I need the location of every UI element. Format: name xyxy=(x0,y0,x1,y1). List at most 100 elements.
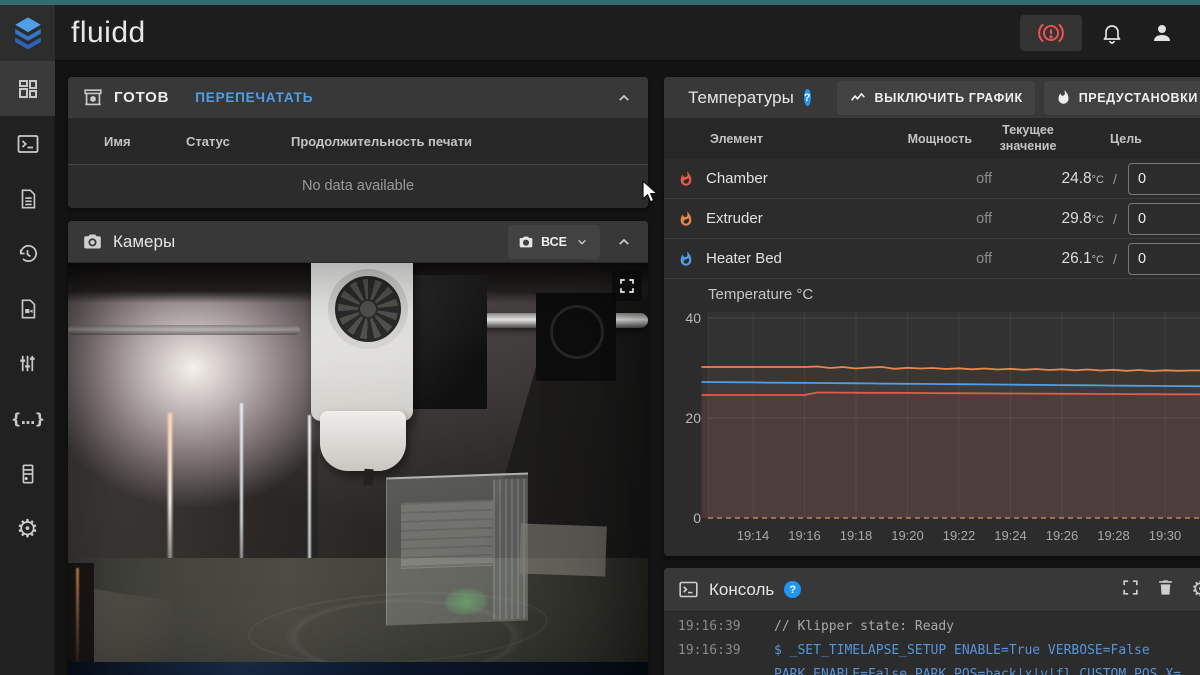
emergency-stop-button[interactable] xyxy=(1020,15,1082,51)
flame-icon xyxy=(1056,90,1071,105)
temps-rows: Chamberoff24.8°C/0°CExtruderoff29.8°C/0°… xyxy=(664,159,1200,279)
heater-power: off xyxy=(922,251,992,267)
camera-icon xyxy=(82,231,103,252)
flame-icon xyxy=(678,211,694,227)
sidebar-item-jobs[interactable] xyxy=(0,171,55,226)
sidebar-item-macros[interactable]: {...} xyxy=(0,391,55,446)
heater-name: Heater Bed xyxy=(706,250,922,267)
heater-target-input[interactable]: 0°C xyxy=(1128,243,1200,275)
sidebar-item-timelapse[interactable] xyxy=(0,281,55,336)
sidebar-item-dashboard[interactable] xyxy=(0,61,55,116)
console-panel-title: Консоль xyxy=(709,580,774,600)
webcam-fullscreen-button[interactable] xyxy=(612,271,642,301)
temps-col-target: Цель xyxy=(1084,132,1200,146)
gear-icon: ⚙ xyxy=(1191,577,1200,601)
system-icon xyxy=(17,463,39,485)
reprint-button[interactable]: ПЕРЕПЕЧАТАТЬ xyxy=(195,90,313,105)
sidebar-item-console[interactable] xyxy=(0,116,55,171)
line-chart-icon xyxy=(849,89,867,107)
console-line: 19:16:39$ _SET_TIMELAPSE_SETUP ENABLE=Tr… xyxy=(678,638,1200,662)
console-panel-header: Консоль ? ⚙ xyxy=(664,568,1200,612)
svg-text:40: 40 xyxy=(685,310,701,326)
flame-icon xyxy=(678,251,694,267)
toggle-chart-button[interactable]: ВЫКЛЮЧИТЬ ГРАФИК xyxy=(837,81,1035,115)
settings-gear-icon: ⚙ xyxy=(16,516,38,541)
printer-state-label: ГОТОВ xyxy=(114,89,169,106)
console-clear-button[interactable] xyxy=(1156,578,1175,602)
fullscreen-icon xyxy=(618,277,636,295)
sidebar-item-system[interactable] xyxy=(0,446,55,501)
temperatures-panel-header: Температуры ? ВЫКЛЮЧИТЬ ГРАФИК ПРЕДУСТАН… xyxy=(664,77,1200,119)
fluidd-logo[interactable] xyxy=(0,5,55,61)
jobs-file-icon xyxy=(17,188,39,210)
console-fullscreen-button[interactable] xyxy=(1121,578,1140,602)
temperatures-panel: Температуры ? ВЫКЛЮЧИТЬ ГРАФИК ПРЕДУСТАН… xyxy=(664,77,1200,556)
console-line: PARK_ENABLE=False PARK_POS=back|x|y|fl C… xyxy=(678,662,1200,675)
temperatures-help-button[interactable]: ? xyxy=(804,89,811,106)
temp-row-extruder: Extruderoff29.8°C/0°C xyxy=(664,199,1200,239)
collapse-camera-button[interactable] xyxy=(614,232,634,252)
heater-name: Chamber xyxy=(706,170,922,187)
heater-power: off xyxy=(922,171,992,187)
svg-text:19:20: 19:20 xyxy=(891,528,924,543)
console-log[interactable]: 19:16:39// Klipper state: Ready19:16:39$… xyxy=(664,612,1200,675)
svg-text:19:26: 19:26 xyxy=(1046,528,1079,543)
sidebar-item-settings[interactable]: ⚙ xyxy=(0,501,55,556)
status-panel: ГОТОВ ПЕРЕПЕЧАТАТЬ Имя Статус Продолжите… xyxy=(68,77,648,208)
sidebar-nav: {...} ⚙ xyxy=(0,61,55,675)
jobs-col-status: Статус xyxy=(186,134,291,149)
jobs-table-header: Имя Статус Продолжительность печати xyxy=(68,119,648,164)
value-separator: / xyxy=(1104,251,1126,267)
temp-row-heater-bed: Heater Bedoff26.1°C/0°C xyxy=(664,239,1200,279)
temperatures-panel-title: Температуры xyxy=(688,88,794,108)
temperature-chart-wrap: 19:1419:1619:1819:2019:2219:2419:2619:28… xyxy=(664,279,1200,556)
presets-label: ПРЕДУСТАНОВКИ xyxy=(1079,91,1198,105)
camera-select-button[interactable]: ВСЕ xyxy=(508,225,600,259)
temps-col-current: Текущее значение xyxy=(972,123,1084,154)
console-help-button[interactable]: ? xyxy=(784,581,801,598)
svg-text:19:24: 19:24 xyxy=(994,528,1027,543)
console-icon xyxy=(678,579,699,600)
svg-text:20: 20 xyxy=(685,410,701,426)
jobs-empty-row: No data available xyxy=(68,164,648,207)
console-panel: Консоль ? ⚙ 19:16:39// Klipper state: Re… xyxy=(664,568,1200,675)
console-settings-button[interactable]: ⚙ xyxy=(1191,579,1200,601)
temps-col-power: Мощность xyxy=(902,132,972,146)
camera-small-icon xyxy=(518,234,534,250)
tune-icon xyxy=(16,352,39,375)
presets-button[interactable]: ПРЕДУСТАНОВКИ xyxy=(1044,81,1200,115)
temperature-chart: 19:1419:1619:1819:2019:2219:2419:2619:28… xyxy=(664,279,1200,556)
svg-text:Temperature °C: Temperature °C xyxy=(708,286,813,303)
user-button[interactable] xyxy=(1142,13,1182,53)
heater-target-input[interactable]: 0°C xyxy=(1128,163,1200,195)
temp-row-chamber: Chamberoff24.8°C/0°C xyxy=(664,159,1200,199)
bell-icon xyxy=(1100,21,1124,45)
heater-power: off xyxy=(922,211,992,227)
svg-text:19:28: 19:28 xyxy=(1097,528,1130,543)
status-panel-header: ГОТОВ ПЕРЕПЕЧАТАТЬ xyxy=(68,77,648,119)
fullscreen-icon xyxy=(1121,578,1140,597)
top-accent-strip xyxy=(0,0,1200,5)
heater-current-value: 24.8°C xyxy=(992,170,1104,188)
camera-panel-title: Камеры xyxy=(113,232,175,252)
heater-current-value: 26.1°C xyxy=(992,250,1104,268)
trash-icon xyxy=(1156,578,1175,597)
console-icon xyxy=(16,132,40,156)
macros-braces-icon: {...} xyxy=(11,410,44,428)
sidebar-item-history[interactable] xyxy=(0,226,55,281)
user-icon xyxy=(1150,21,1174,45)
console-line: 19:16:39// Klipper state: Ready xyxy=(678,614,1200,638)
printer-icon xyxy=(82,87,104,109)
chevron-up-icon xyxy=(614,88,634,108)
flame-icon xyxy=(678,171,694,187)
timelapse-file-icon xyxy=(17,298,39,320)
jobs-col-duration: Продолжительность печати xyxy=(291,134,472,149)
camera-select-label: ВСЕ xyxy=(541,235,567,249)
heater-target-input[interactable]: 0°C xyxy=(1128,203,1200,235)
webcam-image xyxy=(68,263,648,675)
notifications-button[interactable] xyxy=(1092,13,1132,53)
temps-table-header: Элемент Мощность Текущее значение Цель xyxy=(664,119,1200,159)
collapse-status-button[interactable] xyxy=(614,88,634,108)
sidebar-item-tune[interactable] xyxy=(0,336,55,391)
svg-text:19:22: 19:22 xyxy=(943,528,976,543)
